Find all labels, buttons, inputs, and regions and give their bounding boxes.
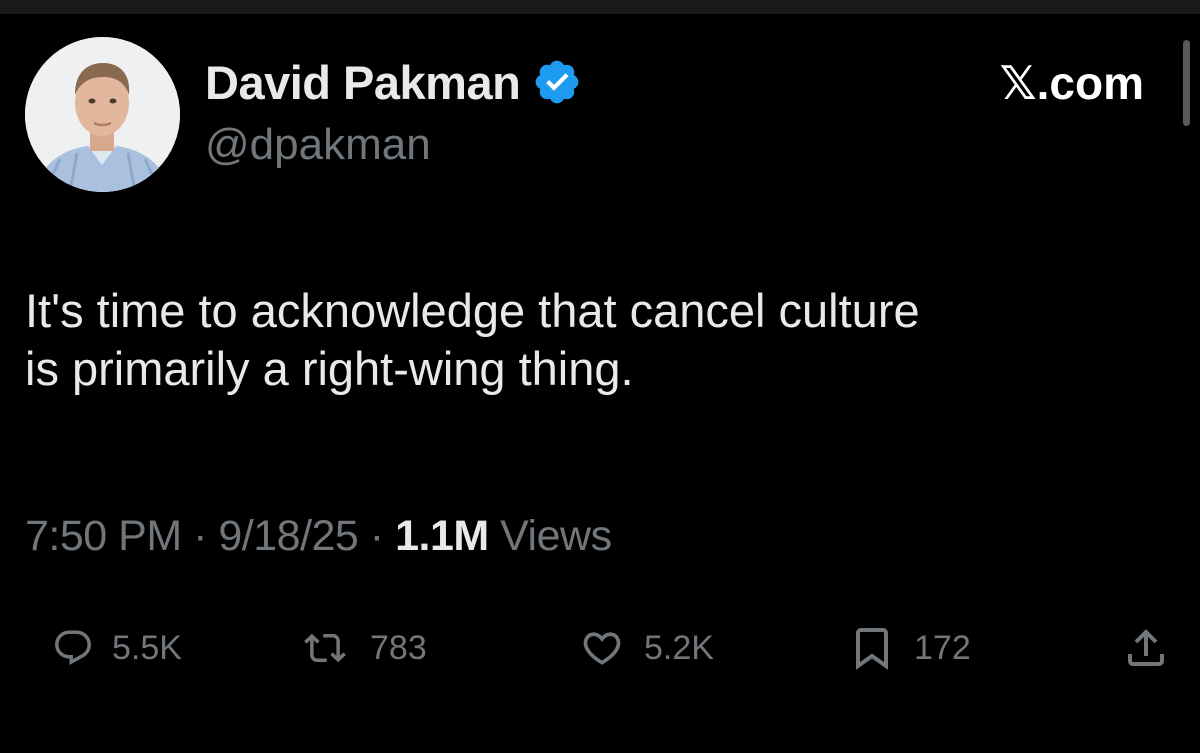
repost-icon [304, 633, 346, 663]
bookmark-icon [856, 628, 888, 670]
tweet-text: It's time to acknowledge that cancel cul… [25, 282, 1175, 398]
verified-badge-icon[interactable] [532, 57, 582, 107]
bookmark-count: 172 [914, 628, 971, 667]
tweet-meta: 7:50 PM · 9/18/25 · 1.1M Views [25, 512, 612, 561]
views-count: 1.1M [395, 512, 489, 560]
repost-button[interactable]: 783 [298, 618, 427, 678]
heart-icon [583, 632, 621, 665]
like-button[interactable]: 5.2K [578, 618, 714, 678]
meta-separator: · [193, 512, 207, 560]
tweet-time[interactable]: 7:50 PM [25, 512, 182, 560]
reply-button[interactable]: 5.5K [52, 618, 182, 678]
reply-icon [55, 630, 91, 665]
repost-count: 783 [370, 628, 427, 667]
source-label: 𝕏.com [999, 57, 1144, 109]
user-handle[interactable]: @dpakman [205, 120, 431, 170]
display-name[interactable]: David Pakman [205, 55, 521, 110]
scrollbar[interactable] [1183, 40, 1190, 126]
tweet-text-line: It's time to acknowledge that cancel cul… [25, 284, 920, 337]
reply-count: 5.5K [112, 628, 182, 667]
like-count: 5.2K [644, 628, 714, 667]
name-row: David Pakman [205, 52, 582, 112]
share-button[interactable] [1122, 618, 1170, 678]
bookmark-button[interactable]: 172 [848, 618, 971, 678]
avatar[interactable] [25, 37, 180, 192]
share-icon [1128, 629, 1164, 666]
meta-separator: · [369, 512, 384, 560]
top-edge-strip [0, 0, 1200, 14]
tweet-text-line: is primarily a right-wing thing. [25, 342, 634, 395]
views-label: Views [500, 512, 612, 560]
action-bar: 5.5K 783 5.2K 172 [0, 618, 1200, 678]
tweet-date[interactable]: 9/18/25 [218, 512, 358, 560]
